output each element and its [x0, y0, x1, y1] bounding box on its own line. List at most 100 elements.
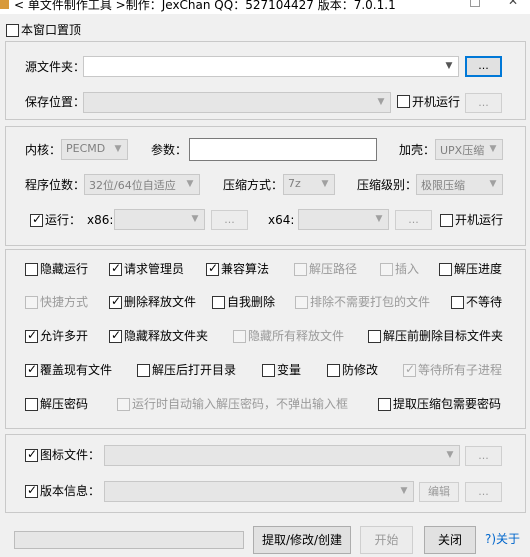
save-autorun-label: 开机运行	[412, 95, 461, 109]
start-button[interactable]: 开始	[360, 526, 413, 554]
params-input[interactable]	[189, 138, 377, 161]
checkmark-icon: ✓	[111, 261, 122, 275]
chevron-down-icon: ▼	[321, 179, 329, 189]
chevron-down-icon: ▼	[445, 61, 453, 71]
chevron-down-icon: ▼	[489, 179, 497, 189]
about-link[interactable]: ?)关于	[485, 531, 520, 547]
source-browse-button[interactable]: ...	[465, 56, 502, 77]
checkmark-icon: ✓	[405, 362, 416, 376]
close-icon[interactable]: ✕	[508, 0, 520, 8]
icon-file-checkbox[interactable]: ✓	[25, 447, 38, 462]
option-checkbox[interactable]: ✓	[403, 362, 416, 377]
run-checkbox[interactable]: ✓	[30, 212, 43, 227]
extract-modify-create-button[interactable]: 提取/修改/创建	[253, 526, 351, 554]
option-label: 插入	[395, 262, 420, 276]
version-edit-button[interactable]: 编辑	[419, 482, 459, 502]
option-label: 兼容算法	[221, 262, 270, 276]
option-checkbox[interactable]: ✓	[25, 328, 38, 343]
option-checkbox[interactable]	[294, 263, 307, 276]
icon-browse-button[interactable]: ...	[465, 446, 502, 466]
chevron-down-icon: ▼	[446, 450, 454, 460]
save-autorun-checkbox[interactable]	[397, 95, 410, 108]
save-browse-button[interactable]: ...	[465, 93, 502, 113]
option-checkbox[interactable]	[327, 364, 340, 377]
app-icon	[0, 0, 9, 9]
chevron-down-icon: ▼	[191, 214, 199, 224]
option-label: 解压进度	[454, 262, 503, 276]
option-checkbox[interactable]	[212, 296, 225, 309]
option-checkbox[interactable]	[25, 263, 38, 276]
option-checkbox[interactable]	[137, 364, 150, 377]
option-checkbox[interactable]: ✓	[109, 294, 122, 309]
option-checkbox[interactable]	[378, 398, 391, 411]
option-label: 解压路径	[309, 262, 358, 276]
version-info-combo[interactable]: ▼	[104, 481, 414, 502]
checkmark-icon: ✓	[27, 483, 38, 497]
option-label: 隐藏运行	[40, 262, 89, 276]
option-label: 运行时自动输入解压密码，不弹出输入框	[132, 397, 349, 411]
option-checkbox[interactable]	[25, 398, 38, 411]
version-info-checkbox[interactable]: ✓	[25, 483, 38, 498]
x86-combo[interactable]: ▼	[114, 209, 205, 230]
maximize-icon[interactable]	[468, 0, 480, 8]
save-location-combo[interactable]: ▼	[83, 92, 391, 113]
shell-combo[interactable]: UPX压缩 ▼	[435, 139, 503, 160]
core-value: PECMD	[66, 142, 106, 155]
progress-bar	[14, 531, 244, 549]
compress-level-combo[interactable]: 极限压缩 ▼	[416, 174, 503, 195]
option-checkbox[interactable]: ✓	[109, 328, 122, 343]
compress-level-label: 压缩级别：	[357, 178, 418, 192]
chevron-down-icon: ▼	[489, 144, 497, 154]
version-info-label: 版本信息：	[40, 484, 101, 498]
option-label: 等待所有子进程	[418, 363, 503, 377]
option-checkbox[interactable]	[262, 364, 275, 377]
always-on-top-label: 本窗口置顶	[21, 23, 82, 37]
core-combo[interactable]: PECMD ▼	[61, 139, 128, 160]
source-folder-combo[interactable]: ▼	[83, 56, 459, 77]
option-checkbox[interactable]	[451, 296, 464, 309]
option-checkbox[interactable]	[25, 296, 38, 309]
option-checkbox[interactable]	[295, 296, 308, 309]
always-on-top-checkbox[interactable]	[6, 24, 19, 37]
x86-browse-button[interactable]: ...	[211, 210, 248, 230]
option-label: 允许多开	[40, 329, 89, 343]
option-label: 自我删除	[227, 295, 276, 309]
icon-file-combo[interactable]: ▼	[104, 445, 460, 466]
bits-label: 程序位数：	[25, 178, 86, 192]
x64-browse-button[interactable]: ...	[395, 210, 432, 230]
run-label: 运行：	[45, 213, 82, 227]
compress-method-combo[interactable]: 7z ▼	[283, 174, 335, 195]
version-browse-button[interactable]: ...	[465, 482, 502, 502]
core-label: 内核：	[25, 143, 62, 157]
option-checkbox[interactable]	[117, 398, 130, 411]
option-checkbox[interactable]	[439, 263, 452, 276]
option-checkbox[interactable]	[368, 330, 381, 343]
checkmark-icon: ✓	[27, 447, 38, 461]
shell-value: UPX压缩	[440, 144, 485, 157]
x86-label: x86:	[87, 213, 114, 227]
option-label: 提取压缩包需要密码	[393, 397, 502, 411]
option-checkbox[interactable]: ✓	[109, 261, 122, 276]
compress-method-value: 7z	[288, 177, 301, 190]
close-button[interactable]: 关闭	[424, 526, 476, 554]
x64-combo[interactable]: ▼	[298, 209, 389, 230]
option-label: 解压密码	[40, 397, 89, 411]
chevron-down-icon: ▼	[377, 97, 385, 107]
checkmark-icon: ✓	[27, 362, 38, 376]
run-autorun-checkbox[interactable]	[440, 214, 453, 227]
checkmark-icon: ✓	[27, 328, 38, 342]
chevron-down-icon: ▼	[186, 179, 194, 189]
option-checkbox[interactable]	[233, 330, 246, 343]
option-label: 覆盖现有文件	[40, 363, 113, 377]
option-label: 解压后打开目录	[152, 363, 237, 377]
icon-file-label: 图标文件：	[40, 448, 101, 462]
window-title: < 单文件制作工具 >制作：JexChan QQ：527104427 版本：7.…	[14, 0, 396, 12]
option-checkbox[interactable]: ✓	[206, 261, 219, 276]
option-checkbox[interactable]	[380, 263, 393, 276]
chevron-down-icon: ▼	[375, 214, 383, 224]
option-checkbox[interactable]: ✓	[25, 362, 38, 377]
bits-combo[interactable]: 32位/64位自适应 ▼	[84, 174, 200, 195]
option-label: 排除不需要打包的文件	[310, 295, 431, 309]
option-label: 防修改	[342, 363, 379, 377]
bits-value: 32位/64位自适应	[89, 179, 176, 192]
